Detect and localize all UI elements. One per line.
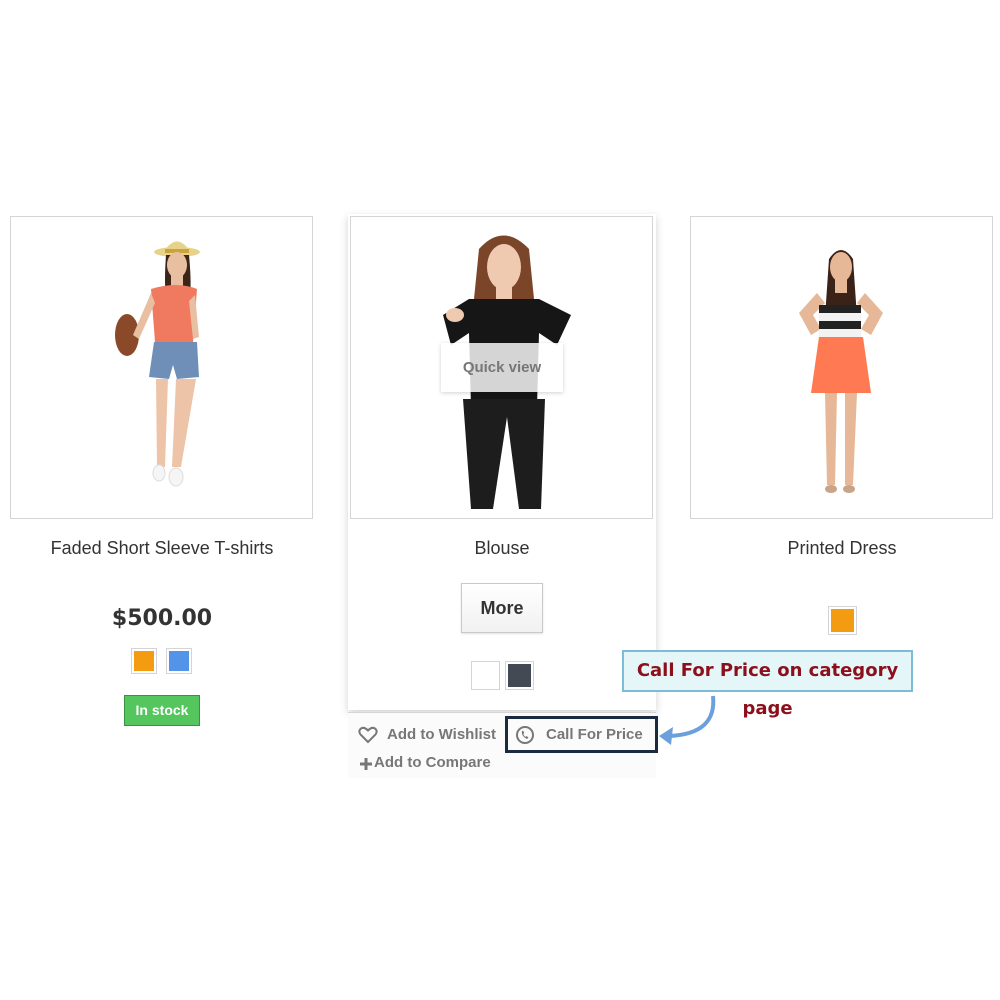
quick-view-button[interactable]: Quick view	[441, 343, 563, 392]
model-photo-1	[115, 241, 200, 487]
color-swatch-orange[interactable]	[131, 648, 157, 674]
plus-icon	[360, 757, 372, 770]
model-photo-3	[799, 250, 883, 493]
product-image-faded-tshirt[interactable]	[10, 216, 313, 519]
annotation-callout: Call For Price on category page	[622, 650, 913, 719]
phone-icon	[515, 725, 535, 745]
product-price: $500.00	[111, 606, 213, 631]
heart-icon	[358, 726, 378, 744]
product-title[interactable]: Faded Short Sleeve T-shirts	[10, 538, 314, 559]
color-swatch-orange[interactable]	[828, 606, 857, 635]
color-swatch-blue[interactable]	[166, 648, 192, 674]
call-for-price-link[interactable]: Call For Price	[546, 726, 643, 743]
more-button[interactable]: More	[461, 583, 543, 633]
add-to-compare-link[interactable]: Add to Compare	[374, 754, 491, 771]
product-title[interactable]: Printed Dress	[690, 538, 994, 559]
color-swatch-white[interactable]	[471, 661, 500, 690]
product-title[interactable]: Blouse	[350, 538, 654, 559]
stock-badge: In stock	[124, 695, 200, 726]
add-to-wishlist-link[interactable]: Add to Wishlist	[387, 726, 496, 743]
annotation-arrow-icon	[659, 695, 716, 745]
color-swatch-dark-grey[interactable]	[505, 661, 534, 690]
product-image-printed-dress[interactable]	[690, 216, 993, 519]
